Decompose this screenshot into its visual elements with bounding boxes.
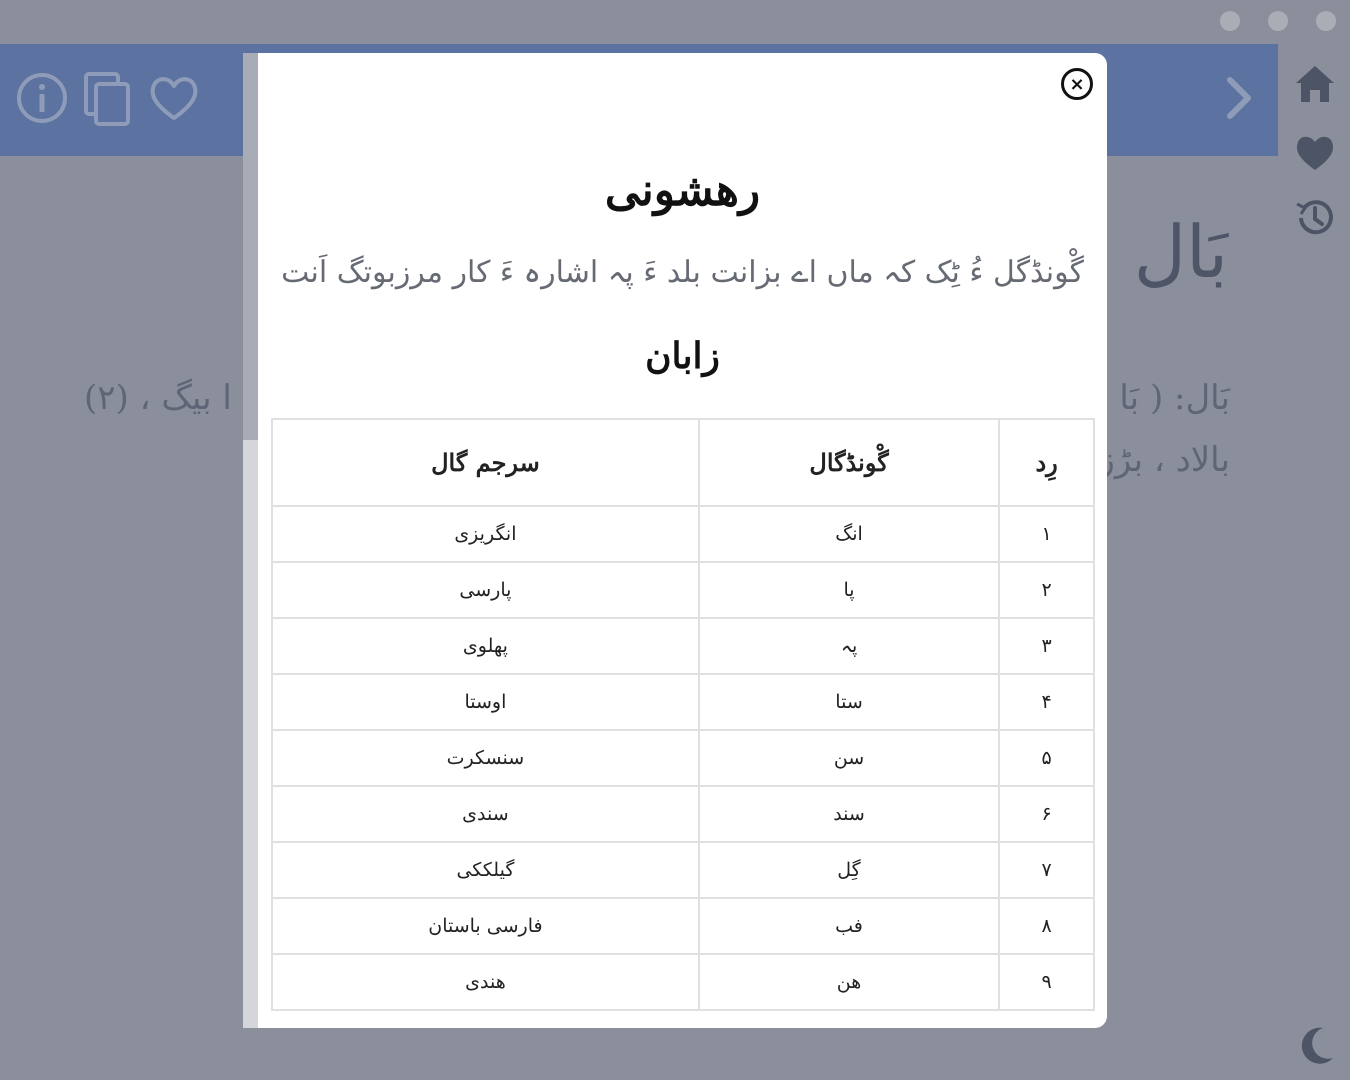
- moon-icon[interactable]: [1293, 1024, 1337, 1068]
- table-cell: پهلوی: [271, 617, 700, 675]
- info-icon[interactable]: [14, 70, 70, 126]
- copy-icon[interactable]: [80, 70, 136, 126]
- chevron-right-icon[interactable]: [1210, 70, 1266, 126]
- history-icon[interactable]: [1293, 196, 1337, 240]
- window-dot[interactable]: [1268, 11, 1288, 31]
- table-row: ۱ انگ انگریزی: [271, 505, 1095, 563]
- window-dot[interactable]: [1220, 11, 1240, 31]
- table-cell: گِل: [697, 841, 1001, 899]
- table-cell: پارسی: [271, 561, 700, 619]
- table-row: ۳ پہ پهلوی: [271, 617, 1095, 675]
- column-header: رِد: [998, 418, 1095, 507]
- table-row: ۵ سن سنسکرت: [271, 729, 1095, 787]
- table-cell: ۱: [998, 505, 1095, 563]
- window-dot[interactable]: [1316, 11, 1336, 31]
- window-controls: [1220, 11, 1336, 31]
- table-cell: سندی: [271, 785, 700, 843]
- close-icon[interactable]: ×: [1061, 68, 1093, 100]
- home-icon[interactable]: [1293, 62, 1337, 106]
- table-cell: ۸: [998, 897, 1095, 955]
- entry-word: بَال: [1133, 210, 1228, 294]
- table-cell: ۹: [998, 953, 1095, 1011]
- table-row: ۸ فب فارسی باستان: [271, 897, 1095, 955]
- table-cell: ۳: [998, 617, 1095, 675]
- table-cell: ۷: [998, 841, 1095, 899]
- section-heading: زابان: [645, 335, 720, 377]
- table-row: ۲ پا پارسی: [271, 561, 1095, 619]
- table-cell: فارسی باستان: [271, 897, 700, 955]
- table-cell: هندی: [271, 953, 700, 1011]
- table-row: ۴ ستا اوستا: [271, 673, 1095, 731]
- modal-scrollbar-thumb[interactable]: [243, 440, 259, 1028]
- modal-scrollbar-track[interactable]: [243, 53, 259, 440]
- table-cell: سند: [697, 785, 1001, 843]
- entry-definition-left: ا بیگ ، (۲): [84, 378, 232, 418]
- table-cell: سنسکرت: [271, 729, 700, 787]
- table-cell: پا: [697, 561, 1001, 619]
- table-row: ۶ سند سندی: [271, 785, 1095, 843]
- table-cell: ۵: [998, 729, 1095, 787]
- table-cell: هن: [697, 953, 1001, 1011]
- table-header-row: رِد گْونڈگال سرجم گال: [271, 418, 1095, 507]
- help-dialog: × رهشونی گْونڈگل ءُ ٹِک کہ ماں اے بزانت …: [258, 53, 1107, 1028]
- table-cell: فب: [697, 897, 1001, 955]
- table-cell: اوستا: [271, 673, 700, 731]
- abbreviation-table: رِد گْونڈگال سرجم گال ۱ انگ انگریزی ۲ پا…: [271, 418, 1095, 1011]
- table-cell: پہ: [697, 617, 1001, 675]
- table-cell: ۲: [998, 561, 1095, 619]
- table-cell: ستا: [697, 673, 1001, 731]
- table-cell: انگریزی: [271, 505, 700, 563]
- table-cell: گیلککی: [271, 841, 700, 899]
- table-row: ۹ هن هندی: [271, 953, 1095, 1011]
- table-cell: انگ: [697, 505, 1001, 563]
- table-row: ۷ گِل گیلککی: [271, 841, 1095, 899]
- column-header: گْونڈگال: [697, 418, 1001, 507]
- entry-definition-right: بَال: ( بَا: [1119, 378, 1230, 418]
- heart-icon[interactable]: [1293, 130, 1337, 174]
- entry-definition-line2: بالاد ، بڑز: [1098, 440, 1230, 480]
- dialog-subtitle: گْونڈگل ءُ ٹِک کہ ماں اے بزانت بلد ءَ پہ…: [281, 255, 1084, 290]
- heart-outline-icon[interactable]: [146, 70, 202, 126]
- column-header: سرجم گال: [271, 418, 700, 507]
- table-cell: ۶: [998, 785, 1095, 843]
- table-cell: ۴: [998, 673, 1095, 731]
- table-cell: سن: [697, 729, 1001, 787]
- dialog-title: رهشونی: [604, 165, 761, 216]
